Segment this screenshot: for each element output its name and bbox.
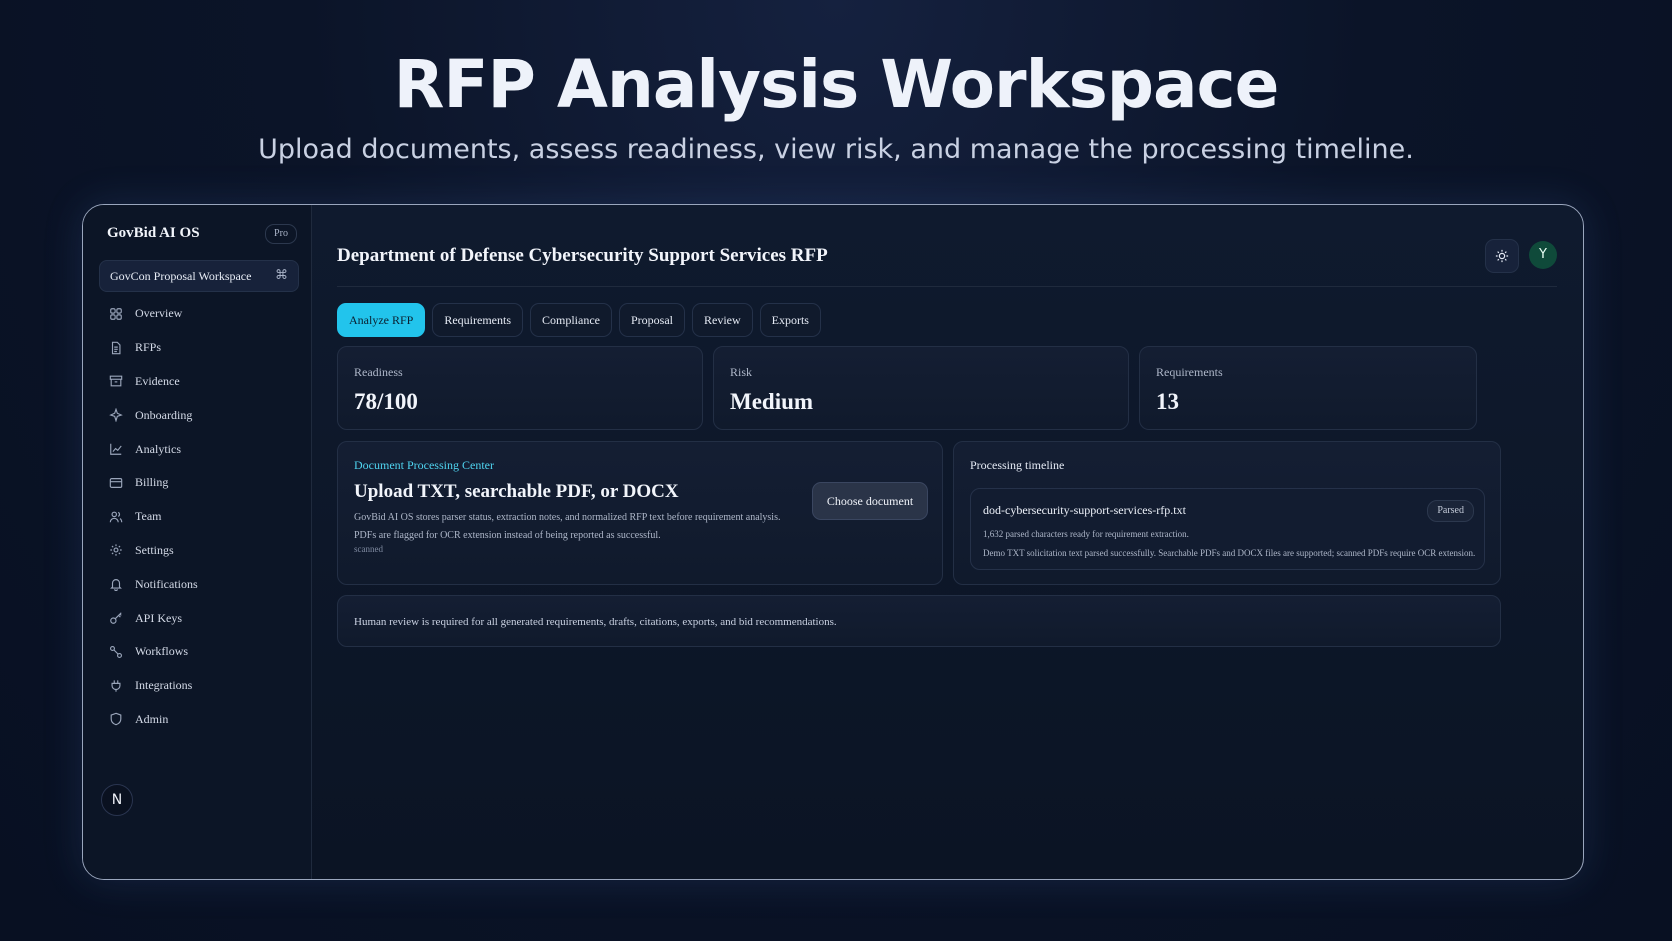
workspace-name: GovCon Proposal Workspace (110, 269, 252, 283)
sidebar-item-label: Settings (135, 542, 174, 557)
processing-timeline-card: Processing timeline dod-cybersecurity-su… (953, 441, 1501, 585)
sidebar-item-label: Notifications (135, 576, 198, 591)
choose-document-button[interactable]: Choose document (812, 482, 928, 520)
sidebar-item-notifications[interactable]: Notifications (99, 567, 297, 601)
stat-label: Risk (730, 365, 753, 379)
sidebar: GovBid AI OS Pro GovCon Proposal Workspa… (83, 205, 312, 879)
sidebar-item-label: Evidence (135, 373, 180, 388)
sidebar-item-label: Integrations (135, 678, 193, 693)
brand-name: GovBid AI OS (107, 225, 200, 241)
tab-compliance[interactable]: Compliance (530, 303, 612, 337)
sidebar-item-integrations[interactable]: Integrations (99, 669, 297, 703)
sidebar-item-label: Billing (135, 475, 169, 490)
plug-icon (109, 679, 123, 693)
timeline-title: Processing timeline (970, 458, 1065, 472)
command-icon: ⌘ (275, 268, 288, 283)
header-divider (337, 286, 1557, 287)
upload-extra-text: scanned (354, 544, 383, 554)
sidebar-item-label: Admin (135, 711, 169, 726)
sidebar-item-evidence[interactable]: Evidence (99, 365, 297, 399)
sidebar-item-analytics[interactable]: Analytics (99, 432, 297, 466)
readiness-card: Readiness 78/100 (337, 346, 703, 430)
sidebar-item-billing[interactable]: Billing (99, 466, 297, 500)
stat-label: Readiness (354, 365, 403, 379)
readiness-value: 78/100 (354, 389, 418, 414)
users-icon (109, 510, 123, 524)
sidebar-item-label: API Keys (135, 610, 182, 625)
sidebar-item-label: Team (135, 509, 162, 524)
hero-title: RFP Analysis Workspace (393, 46, 1280, 123)
sidebar-item-label: Analytics (135, 441, 181, 456)
upload-description: GovBid AI OS stores parser status, extra… (354, 512, 781, 541)
section-kicker: Document Processing Center (354, 458, 494, 472)
tab-exports[interactable]: Exports (759, 303, 821, 337)
header-actions: Y (1485, 239, 1557, 273)
sidebar-nav: Overview RFPs Evidence Onboarding Analyt… (99, 297, 297, 736)
shield-icon (109, 712, 123, 726)
avatar[interactable]: Y (1529, 241, 1557, 269)
sidebar-item-rfps[interactable]: RFPs (99, 331, 297, 365)
risk-value: Medium (730, 389, 814, 414)
document-icon (109, 341, 123, 355)
grid-icon (109, 307, 123, 321)
tab-analyze-rfp[interactable]: Analyze RFP (337, 303, 426, 337)
sidebar-item-overview[interactable]: Overview (99, 297, 297, 331)
parse-note: Demo TXT solicitation text parsed succes… (983, 548, 1476, 558)
sidebar-item-onboarding[interactable]: Onboarding (99, 398, 297, 432)
document-processing-card: Document Processing Center Upload TXT, s… (337, 441, 943, 585)
sidebar-item-admin[interactable]: Admin (99, 703, 297, 737)
user-avatar[interactable]: N (101, 784, 133, 816)
line-chart-icon (109, 442, 123, 456)
sidebar-item-workflows[interactable]: Workflows (99, 635, 297, 669)
credit-card-icon (109, 476, 123, 490)
sidebar-item-api-keys[interactable]: API Keys (99, 601, 297, 635)
upload-title: Upload TXT, searchable PDF, or DOCX (354, 481, 679, 502)
requirements-card: Requirements 13 (1139, 346, 1477, 430)
status-badge: Parsed (1427, 500, 1474, 522)
timeline-item[interactable]: dod-cybersecurity-support-services-rfp.t… (970, 488, 1485, 570)
human-review-notice: Human review is required for all generat… (337, 595, 1501, 647)
page-title: Department of Defense Cybersecurity Supp… (337, 245, 828, 266)
archive-icon (109, 374, 123, 388)
app-window: GovBid AI OS Pro GovCon Proposal Workspa… (82, 204, 1584, 880)
workflow-icon (109, 645, 123, 659)
stat-label: Requirements (1156, 365, 1223, 379)
gear-icon (109, 543, 123, 557)
sidebar-item-label: Overview (135, 306, 183, 321)
key-icon (109, 611, 123, 625)
tab-review[interactable]: Review (691, 303, 753, 337)
workspace-switcher[interactable]: GovCon Proposal Workspace ⌘ (99, 260, 299, 292)
theme-toggle-button[interactable] (1485, 239, 1519, 273)
notice-text: Human review is required for all generat… (354, 616, 837, 628)
hero-subtitle: Upload documents, assess readiness, view… (258, 134, 1414, 165)
sidebar-item-label: RFPs (135, 340, 162, 355)
sidebar-item-team[interactable]: Team (99, 500, 297, 534)
plan-badge: Pro (265, 224, 297, 244)
main-content: Department of Defense Cybersecurity Supp… (311, 205, 1583, 879)
risk-card: Risk Medium (713, 346, 1129, 430)
sparkle-icon (109, 408, 123, 423)
tab-proposal[interactable]: Proposal (618, 303, 685, 337)
bell-icon (109, 577, 123, 592)
sidebar-item-label: Workflows (135, 644, 189, 659)
tab-bar: Analyze RFP Requirements Compliance Prop… (337, 303, 821, 337)
sidebar-item-label: Onboarding (135, 407, 193, 422)
file-name: dod-cybersecurity-support-services-rfp.t… (983, 503, 1186, 517)
tab-requirements[interactable]: Requirements (432, 303, 523, 337)
sidebar-item-settings[interactable]: Settings (99, 534, 297, 568)
sun-icon (1495, 249, 1509, 263)
requirements-value: 13 (1156, 389, 1179, 414)
parse-summary: 1,632 parsed characters ready for requir… (983, 529, 1189, 539)
